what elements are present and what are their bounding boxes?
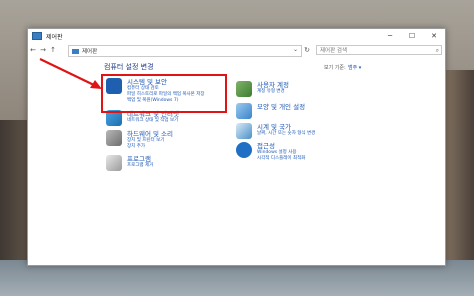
pointer-arrow-icon: [39, 58, 102, 89]
